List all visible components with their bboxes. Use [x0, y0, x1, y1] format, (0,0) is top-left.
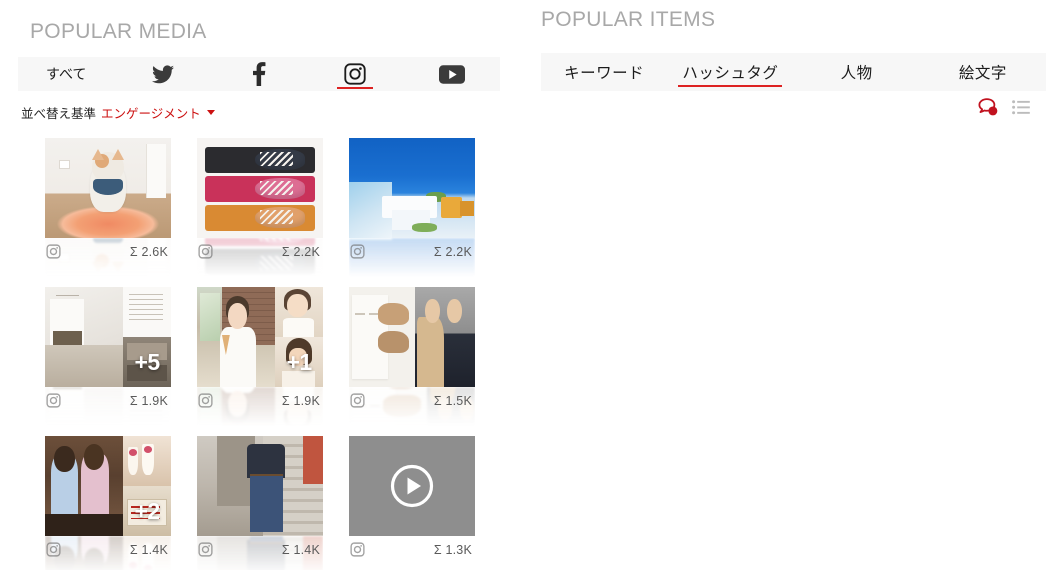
more-images-badge: +5 [134, 348, 160, 375]
facebook-icon [252, 62, 266, 86]
item-type-tabs: キーワード ハッシュタグ 人物 絵文字 [541, 53, 1046, 91]
media-stats: Σ 1.9K [45, 387, 171, 414]
sort-label: 並べ替え基準 [21, 107, 97, 121]
media-thumbnail[interactable] [197, 138, 323, 238]
engagement-count: Σ 1.4K [129, 542, 168, 557]
media-stats: Σ 1.9K [197, 387, 323, 414]
instagram-icon [198, 393, 213, 408]
instagram-icon [198, 542, 213, 557]
instagram-icon [350, 244, 365, 259]
sort-value[interactable]: エンゲージメント [101, 103, 201, 122]
media-stats: Σ 1.5K [349, 387, 475, 414]
tab-keyword[interactable]: キーワード [541, 53, 667, 91]
media-thumbnail[interactable] [197, 436, 323, 536]
engagement-count: Σ 1.9K [129, 393, 168, 408]
tab-person-label: 人物 [840, 65, 873, 82]
popular-items-panel: POPULAR ITEMS キーワード ハッシュタグ 人物 絵文字 [520, 0, 1046, 570]
media-card[interactable]: Σ 1.4K [197, 436, 323, 570]
page-title-popular-items: POPULAR ITEMS [541, 8, 716, 31]
tab-emoji-label: 絵文字 [958, 65, 1007, 82]
tab-emoji[interactable]: 絵文字 [920, 53, 1046, 91]
media-card[interactable]: Σ 1.3K [349, 436, 475, 563]
tab-hashtag[interactable]: ハッシュタグ [667, 53, 793, 91]
engagement-count: Σ 2.2K [281, 244, 320, 259]
engagement-count: Σ 1.9K [281, 393, 320, 408]
engagement-count: Σ 2.2K [433, 244, 472, 259]
more-images-badge: +2 [134, 497, 160, 524]
sort-control[interactable]: 並べ替え基準 エンゲージメント [21, 103, 215, 122]
media-card[interactable]: +2 Σ 1.4K [45, 436, 171, 570]
tab-youtube[interactable] [404, 57, 500, 91]
media-card[interactable]: Σ 2.6K [45, 138, 171, 284]
instagram-icon [46, 542, 61, 557]
instagram-icon [46, 244, 61, 259]
media-thumbnail[interactable] [349, 287, 475, 387]
word-cloud-toolbar [978, 98, 1030, 117]
tab-underline [678, 85, 783, 87]
popular-media-panel: POPULAR MEDIA すべて 並べ替え基準 エンゲージメント Σ 2.6K… [0, 0, 520, 570]
media-grid: Σ 2.6K Σ 2.2K Σ 2.2K +5 Σ 1.9K +1 Σ 1.9K… [45, 138, 475, 570]
media-stats: Σ 1.4K [197, 536, 323, 563]
media-stats: Σ 2.2K [197, 238, 323, 265]
media-card[interactable]: Σ 2.2K [349, 138, 475, 284]
engagement-count: Σ 2.6K [129, 244, 168, 259]
tab-facebook[interactable] [211, 57, 307, 91]
play-icon[interactable] [349, 436, 475, 536]
media-thumbnail[interactable] [349, 436, 475, 536]
tab-all[interactable]: すべて [18, 57, 114, 91]
engagement-count: Σ 1.4K [281, 542, 320, 557]
media-stats: Σ 2.2K [349, 238, 475, 265]
instagram-icon [198, 244, 213, 259]
tab-keyword-label: キーワード [564, 65, 645, 82]
media-thumbnail[interactable]: +5 [45, 287, 171, 387]
more-images-badge: +1 [286, 348, 312, 375]
media-thumbnail[interactable]: +1 [197, 287, 323, 387]
list-view-icon[interactable] [1012, 100, 1030, 115]
page-title-popular-media: POPULAR MEDIA [30, 20, 207, 43]
media-source-tabs: すべて [18, 57, 500, 91]
media-card[interactable]: Σ 2.2K [197, 138, 323, 284]
instagram-icon [350, 393, 365, 408]
chevron-down-icon[interactable] [206, 110, 215, 115]
media-thumbnail[interactable] [349, 138, 475, 238]
media-stats: Σ 2.6K [45, 238, 171, 265]
instagram-icon [46, 393, 61, 408]
media-stats: Σ 1.4K [45, 536, 171, 563]
tab-all-label: すべて [45, 66, 87, 82]
media-stats: Σ 1.3K [349, 536, 475, 563]
engagement-count: Σ 1.5K [433, 393, 472, 408]
tab-person[interactable]: 人物 [794, 53, 920, 91]
media-card[interactable]: Σ 1.5K [349, 287, 475, 433]
tab-twitter[interactable] [114, 57, 210, 91]
media-card[interactable]: +1 Σ 1.9K [197, 287, 323, 433]
instagram-icon [344, 63, 367, 85]
tab-hashtag-label: ハッシュタグ [682, 65, 779, 82]
youtube-icon [438, 64, 465, 84]
tab-underline [337, 87, 374, 89]
engagement-count: Σ 1.3K [433, 542, 472, 557]
twitter-icon [151, 64, 174, 84]
tab-instagram[interactable] [307, 57, 403, 91]
analytics-dashboard: POPULAR MEDIA すべて 並べ替え基準 エンゲージメント Σ 2.6K… [0, 0, 1046, 570]
media-thumbnail[interactable] [45, 138, 171, 238]
media-card[interactable]: +5 Σ 1.9K [45, 287, 171, 433]
chat-bubble-icon[interactable] [978, 98, 999, 117]
media-thumbnail[interactable]: +2 [45, 436, 171, 536]
instagram-icon [350, 542, 365, 557]
